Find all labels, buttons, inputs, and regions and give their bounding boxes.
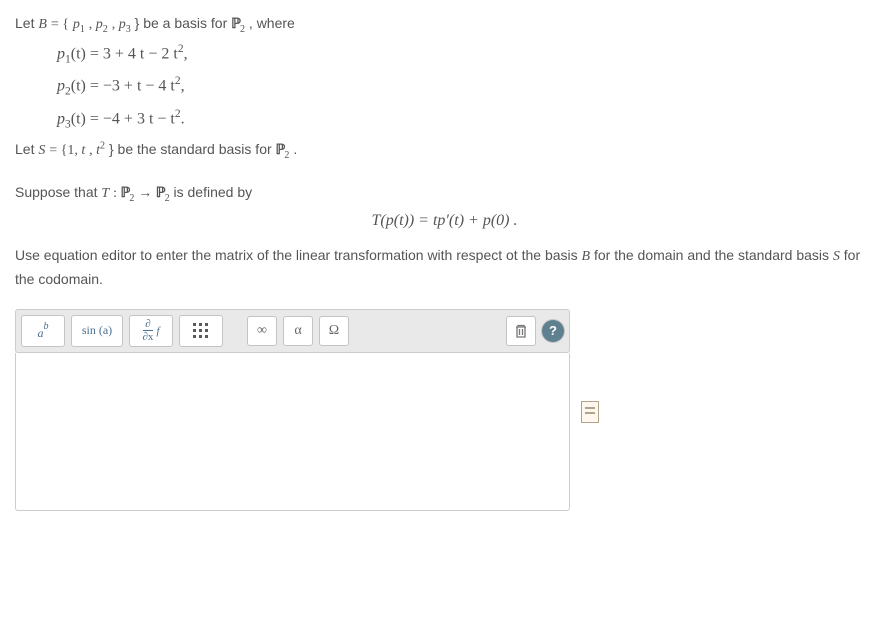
eq: T(p(t)) = tp′(t) + p(0) . [372, 212, 518, 229]
set-P2: ℙ [120, 186, 129, 201]
sub: 2 [284, 150, 289, 161]
label: ? [549, 323, 557, 338]
top: ∂ [145, 319, 150, 330]
sub: 2 [129, 193, 134, 204]
text: , [89, 17, 96, 32]
problem-statement: Let B = { p1 , p2 , p3 } be a basis for … [15, 10, 874, 165]
omega-button[interactable]: Ω [319, 316, 349, 346]
tail: . [181, 110, 185, 127]
p: p [57, 110, 65, 127]
text: , where [249, 15, 295, 31]
centered-equation: T(p(t)) = tp′(t) + p(0) . [15, 212, 874, 230]
var-S: S [833, 249, 840, 264]
f: f [156, 325, 159, 337]
text: . [293, 141, 297, 157]
rest: (t) = −3 + t − 4 t [71, 78, 175, 95]
text: } be the standard basis for [109, 141, 276, 157]
rest: (t) = −4 + 3 t − t [71, 110, 175, 127]
label: ∞ [257, 323, 267, 339]
text: = {1, [49, 143, 81, 158]
set-P2: ℙ [231, 17, 240, 32]
text: Let [15, 15, 38, 31]
line-T-def: Suppose that T : ℙ2 → ℙ2 is defined by [15, 179, 874, 208]
text: for the domain and the standard basis [594, 247, 833, 263]
sup: 2 [100, 140, 105, 151]
partial-derivative-button[interactable]: ∂ ∂x f [129, 315, 173, 347]
matrix-icon [192, 322, 210, 340]
trash-button[interactable] [506, 316, 536, 346]
help-button[interactable]: ? [542, 320, 564, 342]
text: is defined by [174, 184, 253, 200]
trash-icon [514, 323, 528, 339]
var-B: B [38, 17, 47, 32]
rest: (t) = 3 + 4 t − 2 t [71, 45, 178, 62]
p: p [57, 45, 65, 62]
sub: 2 [240, 24, 245, 35]
intro-line-S: Let S = {1, t , t2 } be the standard bas… [15, 136, 874, 165]
intro-line-1: Let B = { p1 , p2 , p3 } be a basis for … [15, 10, 874, 39]
var-B: B [582, 249, 591, 264]
text: = { [51, 17, 69, 32]
bot: ∂x [143, 330, 154, 343]
infinity-button[interactable]: ∞ [247, 316, 277, 346]
equation-p1: p1(t) = 3 + 4 t − 2 t2, [15, 39, 874, 71]
note-icon[interactable] [581, 401, 599, 423]
label: α [294, 323, 301, 339]
instruction: Use equation editor to enter the matrix … [15, 244, 874, 291]
var-t: t [81, 143, 85, 158]
var-S: S [38, 143, 45, 158]
var-T: T [101, 186, 109, 201]
text: Use equation editor to enter the matrix … [15, 247, 582, 263]
sub: 3 [126, 24, 131, 35]
sub: 2 [165, 193, 170, 204]
arrow: → [138, 186, 156, 201]
transformation-def: Suppose that T : ℙ2 → ℙ2 is defined by T… [15, 179, 874, 230]
sub: 2 [103, 24, 108, 35]
p: p [57, 78, 65, 95]
matrix-button[interactable] [179, 315, 223, 347]
var-p2: p [96, 17, 103, 32]
alpha-button[interactable]: α [283, 316, 313, 346]
set-P2: ℙ [156, 186, 165, 201]
tail: , [184, 45, 188, 62]
sub: 1 [80, 24, 85, 35]
label: sin (a) [82, 323, 112, 338]
b: b [44, 321, 49, 332]
text: Let [15, 141, 38, 157]
text: , [112, 17, 119, 32]
tail: , [181, 78, 185, 95]
var-p3: p [119, 17, 126, 32]
text: Suppose that [15, 184, 101, 200]
var-p1: p [73, 17, 80, 32]
equation-editor: ab sin (a) ∂ ∂x f ∞ α Ω [15, 309, 570, 511]
equation-p3: p3(t) = −4 + 3 t − t2. [15, 104, 874, 136]
equation-input-area[interactable] [15, 353, 570, 511]
trig-button[interactable]: sin (a) [71, 315, 123, 347]
superscript-button[interactable]: ab [21, 315, 65, 347]
editor-toolbar: ab sin (a) ∂ ∂x f ∞ α Ω [15, 309, 570, 353]
equation-p2: p2(t) = −3 + t − 4 t2, [15, 71, 874, 103]
text: } be a basis for [135, 15, 232, 31]
label: Ω [329, 323, 339, 339]
